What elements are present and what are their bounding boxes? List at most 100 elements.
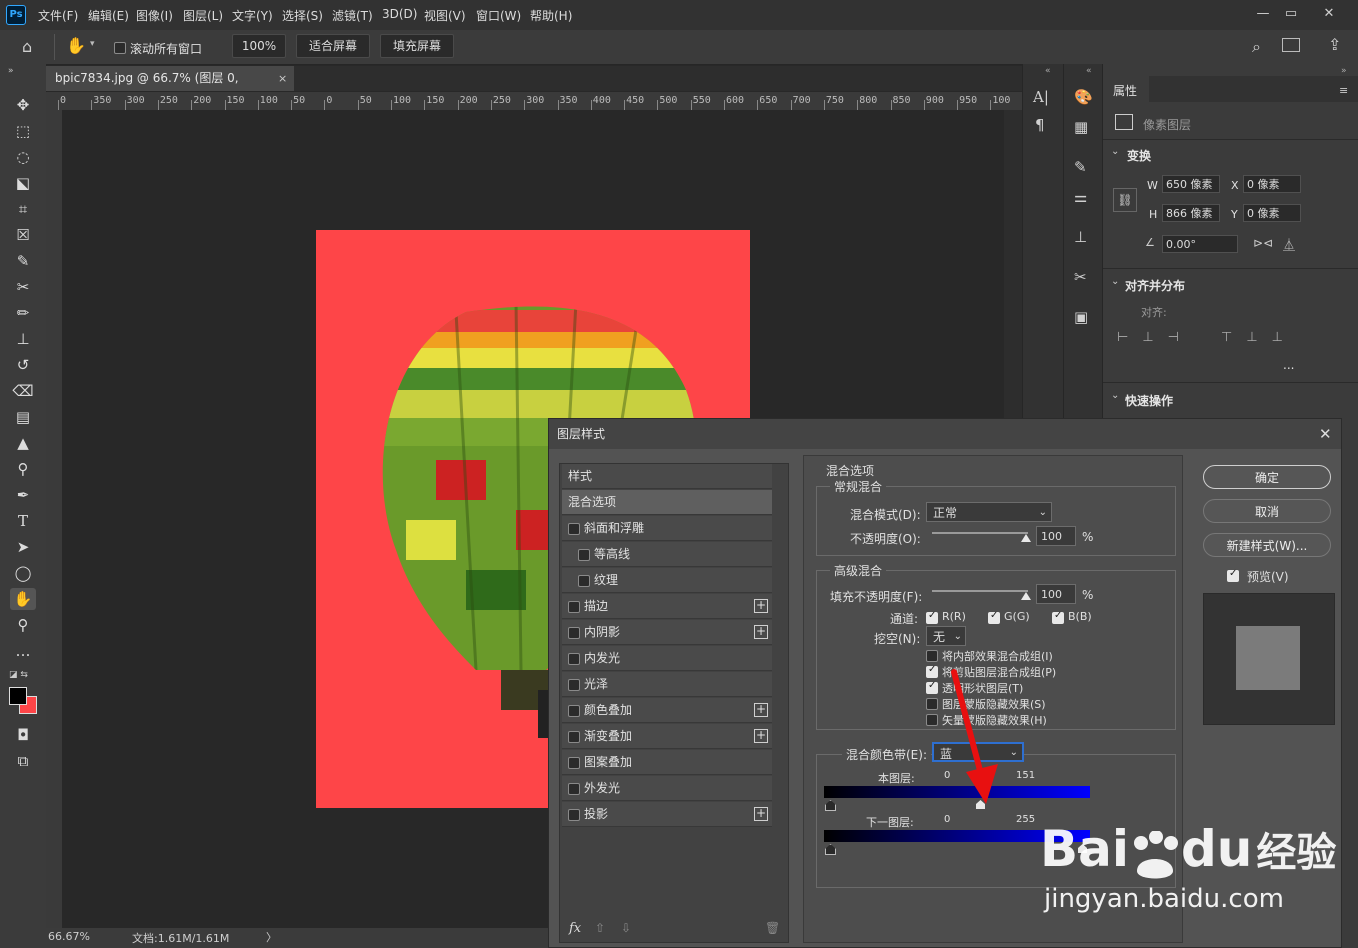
history-brush-icon[interactable]: ↺ [10, 354, 36, 376]
menu-item[interactable]: 编辑(E) [88, 7, 129, 24]
menu-item[interactable]: 文件(F) [38, 7, 78, 24]
chevron-down-icon[interactable]: ⌄ [1111, 276, 1119, 287]
menu-item[interactable]: 帮助(H) [530, 7, 572, 24]
share-icon[interactable]: ⇪ [1328, 35, 1341, 54]
zoom-tool-icon[interactable]: ⚲ [10, 614, 36, 636]
fill-opacity-slider[interactable] [932, 590, 1028, 592]
style-item[interactable]: 渐变叠加 + [562, 724, 772, 749]
add-effect-icon[interactable]: + [754, 729, 768, 743]
expand-icon[interactable]: » [8, 66, 14, 76]
menu-item[interactable]: 3D(D) [382, 7, 417, 21]
fx-icon[interactable]: fx [569, 921, 581, 936]
blur-tool-icon[interactable]: ▲ [10, 432, 36, 454]
pen-tool-icon[interactable]: ✒ [10, 484, 36, 506]
hand-icon[interactable]: ✋ [66, 36, 86, 55]
tool-presets-icon[interactable]: ✂ [1074, 268, 1087, 286]
add-effect-icon[interactable]: + [754, 625, 768, 639]
style-item[interactable]: 等高线 [562, 542, 772, 567]
style-checkbox[interactable] [568, 523, 580, 535]
swatches-panel-icon[interactable]: ▦ [1074, 118, 1088, 136]
style-checkbox[interactable] [568, 705, 580, 717]
healing-tool-icon[interactable]: ✂ [10, 276, 36, 298]
blend-mode-select[interactable]: 正常 ⌄ [926, 502, 1052, 522]
more-tools-icon[interactable]: … [10, 640, 36, 662]
chevron-down-icon[interactable]: ⌄ [1111, 146, 1119, 157]
style-checkbox[interactable] [568, 731, 580, 743]
style-item[interactable]: 内发光 [562, 646, 772, 671]
dodge-tool-icon[interactable]: ⚲ [10, 458, 36, 480]
style-checkbox[interactable] [568, 783, 580, 795]
style-item[interactable]: 投影 + [562, 802, 772, 827]
style-item[interactable]: 斜面和浮雕 [562, 516, 772, 541]
trash-icon[interactable]: 🗑 [765, 921, 780, 935]
style-item[interactable]: 外发光 [562, 776, 772, 801]
frame-tool-icon[interactable]: ☒ [10, 224, 36, 246]
brush-tool-icon[interactable]: ✏ [10, 302, 36, 324]
expand-icon[interactable]: » [1341, 66, 1347, 76]
style-item[interactable]: 光泽 [562, 672, 772, 697]
blend-interior-checkbox[interactable] [926, 650, 938, 662]
menu-item[interactable]: 滤镜(T) [332, 7, 373, 24]
fill-screen-button[interactable]: 填充屏幕 [380, 34, 454, 58]
knockout-select[interactable]: 无 ⌄ [926, 626, 966, 646]
paragraph-panel-icon[interactable]: ¶ [1035, 116, 1045, 134]
new-style-button[interactable]: 新建样式(W)... [1203, 533, 1331, 557]
default-colors-icon[interactable]: ◪ ⇆ [9, 670, 28, 680]
status-menu-icon[interactable]: 〉 [266, 929, 277, 945]
channel-g-checkbox[interactable] [988, 610, 1000, 624]
menu-item[interactable]: 选择(S) [282, 7, 323, 24]
x-field[interactable]: 0 像素 [1243, 175, 1301, 193]
collapse-icon[interactable]: « [1086, 66, 1092, 76]
move-down-icon[interactable]: ⇩ [621, 921, 631, 935]
style-checkbox[interactable] [568, 809, 580, 821]
blend-clipped-checkbox[interactable] [926, 664, 938, 678]
angle-field[interactable]: 0.00° [1162, 235, 1238, 253]
zoom-level[interactable]: 66.67% [48, 930, 90, 943]
home-icon[interactable]: ⌂ [22, 37, 32, 56]
move-up-icon[interactable]: ⇧ [595, 921, 605, 935]
brush-settings-icon[interactable]: ✎ [1074, 158, 1087, 176]
style-checkbox[interactable] [568, 679, 580, 691]
style-item[interactable]: 颜色叠加 + [562, 698, 772, 723]
layer-comps-icon[interactable]: ▣ [1074, 308, 1088, 326]
color-panel-icon[interactable]: 🎨 [1074, 88, 1093, 106]
object-select-tool-icon[interactable]: ⬕ [10, 172, 36, 194]
clone-source-icon[interactable]: ⊥ [1074, 228, 1087, 246]
maximize-button[interactable]: ▭ [1278, 4, 1304, 24]
panel-menu-icon[interactable]: ≡ [1339, 84, 1348, 97]
link-icon[interactable]: ⛓ [1113, 188, 1137, 212]
stamp-tool-icon[interactable]: ⊥ [10, 328, 36, 350]
opacity-slider-thumb[interactable] [1021, 534, 1031, 542]
close-window-button[interactable]: ✕ [1316, 4, 1342, 24]
align-top-icons[interactable]: ⊤⊥⊥ [1221, 330, 1297, 345]
layer-mask-hides-checkbox[interactable] [926, 698, 938, 710]
zoom-100-button[interactable]: 100% [232, 34, 286, 58]
move-tool-icon[interactable]: ✥ [10, 94, 36, 116]
y-field[interactable]: 0 像素 [1243, 204, 1301, 222]
style-item[interactable]: 样式 [562, 464, 772, 489]
hand-tool-icon[interactable]: ✋ [10, 588, 36, 610]
channel-r-checkbox[interactable] [926, 610, 938, 624]
style-checkbox[interactable] [568, 601, 580, 613]
transparency-shapes-checkbox[interactable] [926, 680, 938, 694]
style-checkbox[interactable] [578, 575, 590, 587]
search-icon[interactable]: ⌕ [1252, 37, 1261, 57]
chevron-down-icon[interactable]: ⌄ [1111, 390, 1119, 401]
fill-opacity-slider-thumb[interactable] [1021, 592, 1031, 600]
style-checkbox[interactable] [578, 549, 590, 561]
add-effect-icon[interactable]: + [754, 703, 768, 717]
menu-item[interactable]: 窗口(W) [476, 7, 521, 24]
eraser-tool-icon[interactable]: ⌫ [10, 380, 36, 402]
fit-screen-button[interactable]: 适合屏幕 [296, 34, 370, 58]
vector-mask-hides-checkbox[interactable] [926, 714, 938, 726]
type-tool-icon[interactable]: T [10, 510, 36, 532]
foreground-color-swatch[interactable] [9, 687, 27, 705]
opacity-input[interactable]: 100 [1036, 526, 1076, 546]
flip-horizontal-icon[interactable]: ⊳⊲ [1253, 236, 1273, 250]
align-left-icons[interactable]: ⊢⊥⊣ [1117, 330, 1193, 345]
style-item[interactable]: 混合选项 [562, 490, 772, 515]
gradient-tool-icon[interactable]: ▤ [10, 406, 36, 428]
ok-button[interactable]: 确定 [1203, 465, 1331, 489]
menu-item[interactable]: 图像(I) [136, 7, 173, 24]
style-checkbox[interactable] [568, 757, 580, 769]
